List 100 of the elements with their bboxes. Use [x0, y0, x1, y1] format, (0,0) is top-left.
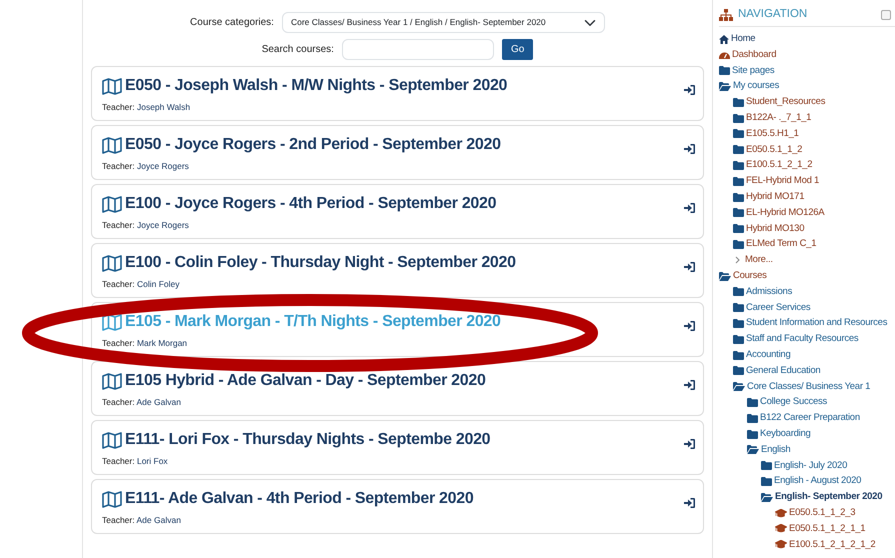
- graduation-cap-icon: [775, 508, 787, 518]
- folder-icon: [733, 318, 744, 328]
- nav-tree-item[interactable]: College Success: [747, 394, 895, 410]
- nav-tree-item[interactable]: EL-Hybrid MO126A: [733, 205, 895, 221]
- nav-tree-item[interactable]: Core Classes/ Business Year 1: [733, 378, 895, 395]
- navigation-title: NAVIGATION: [738, 7, 808, 22]
- search-field[interactable]: [342, 39, 494, 60]
- nav-tree-item[interactable]: English: [747, 442, 895, 458]
- folder-icon: [719, 66, 730, 76]
- folder-icon: [761, 461, 772, 470]
- course-title-link[interactable]: E105 Hybrid - Ade Galvan - Day - September 2020: [102, 369, 486, 393]
- map-icon: [102, 490, 122, 508]
- nav-tree-item[interactable]: E100.5.1_2_1_2_1_2: [775, 536, 895, 553]
- nav-tree-item[interactable]: English - August 2020: [761, 474, 895, 490]
- enter-icon[interactable]: [684, 202, 695, 213]
- nav-tree-item[interactable]: Dashboard: [719, 47, 895, 63]
- enter-icon[interactable]: [684, 144, 695, 154]
- enter-icon[interactable]: [684, 380, 695, 390]
- folder-icon: [733, 176, 744, 186]
- folder-icon: [733, 208, 744, 218]
- folder-icon: [733, 334, 744, 344]
- teacher-line: Teacher: Mark Morgan: [102, 337, 188, 350]
- folder-icon: [733, 145, 744, 154]
- enter-icon[interactable]: [684, 320, 695, 331]
- category-dropdown[interactable]: Core Classes/ Business Year 1 / English / English- September 2020: [282, 12, 605, 33]
- nav-tree-item[interactable]: Student_Resources: [733, 94, 895, 110]
- folder-icon: [733, 240, 744, 249]
- search-label: Search courses:: [262, 43, 334, 57]
- nav-tree-item[interactable]: Home: [719, 31, 895, 48]
- folder-icon: [747, 398, 758, 407]
- nav-tree-item[interactable]: General Education: [733, 362, 895, 379]
- nav-tree-item[interactable]: Admissions: [733, 284, 895, 300]
- nav-tree-item[interactable]: E105.5.H1_1: [733, 126, 895, 142]
- enter-icon[interactable]: [684, 438, 695, 449]
- sitemap-icon: [719, 8, 733, 21]
- teacher-link[interactable]: Mark Morgan: [136, 338, 188, 348]
- folder-icon: [733, 161, 744, 170]
- nav-tree-item[interactable]: E050.5.1_1_2_3: [775, 505, 895, 521]
- map-icon: [102, 78, 122, 94]
- teacher-link[interactable]: Colin Foley: [136, 279, 180, 289]
- folder-icon: [733, 114, 744, 123]
- gauge-icon: [719, 50, 730, 60]
- teacher-line: Teacher: Lori Fox: [102, 455, 169, 468]
- teacher-link[interactable]: Joyce Rogers: [136, 161, 189, 171]
- home-icon: [719, 34, 729, 44]
- folder-icon: [733, 129, 744, 138]
- nav-tree-item[interactable]: English- September 2020: [761, 489, 895, 506]
- teacher-link[interactable]: Ade Galvan: [136, 515, 181, 525]
- enter-icon[interactable]: [684, 84, 695, 95]
- teacher-line: Teacher: Colin Foley: [102, 278, 180, 291]
- enter-icon[interactable]: [684, 498, 695, 508]
- map-icon: [102, 372, 122, 390]
- course-title-link[interactable]: E111- Ade Galvan - 4th Period - September 2020: [102, 487, 474, 511]
- folder-icon: [733, 303, 744, 312]
- teacher-link[interactable]: Ade Galvan: [136, 397, 181, 407]
- folder-icon: [733, 366, 744, 376]
- folder-open-icon: [719, 82, 731, 92]
- teacher-line: Teacher: Joyce Rogers: [102, 160, 190, 173]
- nav-tree-item[interactable]: My courses: [719, 78, 895, 94]
- map-icon: [102, 196, 122, 212]
- course-title-link[interactable]: E100 - Joyce Rogers - 4th Period - September 2020: [102, 192, 496, 216]
- map-icon: [102, 432, 122, 448]
- folder-icon: [733, 287, 744, 296]
- nav-tree-item[interactable]: Accounting: [733, 347, 895, 363]
- enter-icon[interactable]: [684, 262, 695, 272]
- nav-tree-item[interactable]: Hybrid MO130: [733, 220, 895, 237]
- nav-tree-item[interactable]: B122A- ._7_1_1: [733, 110, 895, 126]
- category-label: Course categories:: [190, 16, 274, 30]
- folder-icon: [761, 476, 772, 486]
- nav-tree-item[interactable]: More...: [733, 252, 895, 268]
- teacher-line: Teacher: Joyce Rogers: [102, 219, 190, 232]
- map-icon: [102, 254, 122, 272]
- course-title-link[interactable]: E050 - Joseph Walsh - M/W Nights - September 2020: [102, 74, 508, 98]
- go-button[interactable]: Go: [502, 39, 534, 60]
- nav-tree-item[interactable]: Career Services: [733, 300, 895, 316]
- nav-tree-item[interactable]: E050.5.1_1_2_1_1: [775, 520, 895, 537]
- map-icon: [102, 136, 122, 154]
- teacher-link[interactable]: Lori Fox: [136, 456, 168, 466]
- course-title-link[interactable]: E100 - Colin Foley - Thursday Night - September 2020: [102, 251, 516, 275]
- nav-tree-item[interactable]: E050.5.1_1_2: [733, 142, 895, 158]
- folder-icon: [733, 98, 744, 107]
- nav-tree-item[interactable]: Hybrid MO171: [733, 189, 895, 206]
- folder-open-icon: [761, 492, 773, 502]
- folder-icon: [733, 350, 744, 360]
- nav-tree-item[interactable]: English- July 2020: [761, 458, 895, 474]
- teacher-link[interactable]: Joyce Rogers: [136, 220, 189, 230]
- nav-tree-item[interactable]: B122 Career Preparation: [747, 410, 895, 426]
- folder-open-icon: [733, 382, 745, 392]
- folder-icon: [733, 192, 744, 202]
- nav-tree-item[interactable]: Staff and Faculty Resources: [733, 331, 895, 348]
- nav-tree-item[interactable]: FEL-Hybrid Mod 1: [733, 173, 895, 190]
- nav-tree-item[interactable]: Site pages: [719, 62, 895, 79]
- nav-tree-item[interactable]: Student Information and Resources: [733, 316, 895, 332]
- nav-tree-item[interactable]: ELMed Term C_1: [733, 236, 895, 252]
- nav-tree-item[interactable]: Keyboarding: [747, 426, 895, 442]
- nav-tree-item[interactable]: Courses: [719, 268, 895, 284]
- teacher-link[interactable]: Joseph Walsh: [136, 102, 190, 112]
- course-title-link[interactable]: E050 - Joyce Rogers - 2nd Period - September 2020: [102, 133, 501, 157]
- course-title-link[interactable]: E111- Lori Fox - Thursday Nights - Septembe 2020: [102, 428, 490, 452]
- nav-tree-item[interactable]: E100.5.1_2_1_2: [733, 158, 895, 174]
